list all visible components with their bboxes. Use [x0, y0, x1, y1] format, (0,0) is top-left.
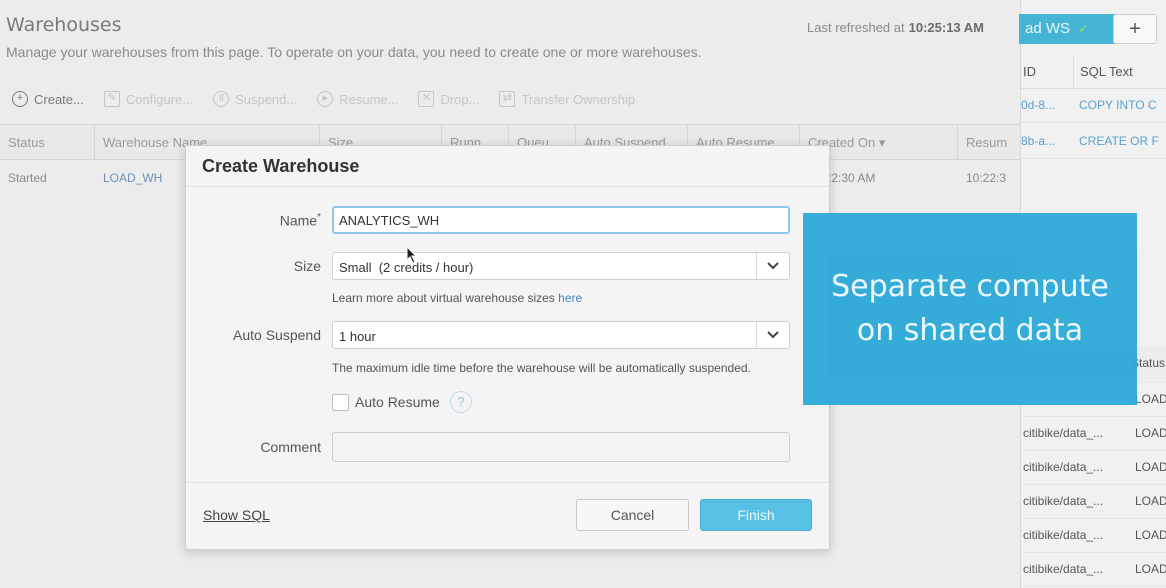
- result-row: citibike/data_... LOAD: [1021, 484, 1166, 519]
- check-icon: ✓: [1078, 21, 1089, 36]
- auto-resume-checkbox[interactable]: [332, 394, 349, 411]
- create-warehouse-dialog: Create Warehouse Name* ANALYTICS_WH Size…: [185, 145, 830, 550]
- row-resumed: 10:22:3: [966, 171, 1007, 185]
- finish-button[interactable]: Finish: [700, 499, 812, 531]
- query-sql[interactable]: CREATE OR F: [1073, 124, 1166, 158]
- create-button[interactable]: + Create...: [12, 88, 84, 110]
- result-row: citibike/data_... LOAD: [1021, 450, 1166, 485]
- auto-suspend-hint: The maximum idle time before the warehou…: [332, 361, 751, 375]
- drop-icon: ✕: [418, 91, 435, 107]
- query-id[interactable]: 8b-a...: [1021, 124, 1073, 158]
- dialog-title: Create Warehouse: [202, 156, 360, 176]
- mouse-cursor-icon: [406, 246, 418, 264]
- resume-button[interactable]: ▸ Resume...: [317, 88, 398, 110]
- cancel-button[interactable]: Cancel: [576, 499, 689, 531]
- query-row[interactable]: 8b-a... CREATE OR F: [1021, 124, 1166, 159]
- comment-label: Comment: [260, 439, 321, 455]
- query-row[interactable]: 0d-8... COPY INTO C: [1021, 88, 1166, 123]
- query-id[interactable]: 0d-8...: [1021, 88, 1073, 122]
- auto-suspend-label: Auto Suspend: [233, 327, 321, 343]
- auto-suspend-select[interactable]: 1 hour: [332, 321, 790, 349]
- last-refreshed: Last refreshed at 10:25:13 AM: [807, 20, 984, 35]
- page-subtitle: Manage your warehouses from this page. T…: [6, 44, 702, 60]
- comment-input[interactable]: [332, 432, 790, 462]
- size-label: Size: [293, 258, 321, 274]
- plus-circle-icon: +: [12, 91, 28, 107]
- help-icon[interactable]: ?: [450, 391, 472, 413]
- caption-line-1: Separate compute: [831, 269, 1109, 304]
- suspend-button[interactable]: ॥ Suspend...: [213, 88, 297, 110]
- query-history-header: ID SQL Text: [1021, 56, 1166, 89]
- toolbar: + Create... ✎ Configure... ॥ Suspend... ▸ Re…: [12, 88, 635, 110]
- size-select[interactable]: Small (2 credits / hour): [332, 252, 790, 280]
- result-row: citibike/data_... LOAD: [1021, 518, 1166, 553]
- size-hint: Learn more about virtual warehouse sizes…: [332, 291, 583, 305]
- play-icon: ▸: [317, 91, 334, 107]
- refreshed-label: Last refreshed at: [807, 20, 905, 35]
- show-sql-link[interactable]: Show SQL: [203, 507, 270, 523]
- result-row: citibike/data_... LOAD: [1021, 552, 1166, 587]
- chevron-down-icon[interactable]: [756, 322, 789, 348]
- refreshed-time: 10:25:13 AM: [908, 20, 984, 35]
- caption-line-2: on shared data: [856, 313, 1084, 348]
- divider: [186, 186, 829, 187]
- col-resumed[interactable]: Resum: [958, 125, 1020, 159]
- chevron-down-icon[interactable]: [756, 253, 789, 279]
- wrench-icon: ✎: [103, 91, 120, 107]
- auto-suspend-value: 1 hour: [339, 329, 376, 344]
- sizes-help-link[interactable]: here: [558, 291, 582, 305]
- configure-button[interactable]: ✎ Configure...: [103, 88, 193, 110]
- col-id[interactable]: ID: [1021, 56, 1073, 88]
- name-input[interactable]: ANALYTICS_WH: [332, 206, 790, 234]
- pause-icon: ॥: [213, 91, 230, 107]
- transfer-icon: ⇄: [499, 91, 516, 107]
- divider: [186, 482, 829, 483]
- query-sql[interactable]: COPY INTO C: [1073, 88, 1166, 122]
- result-row: citibike/data_... LOAD: [1021, 416, 1166, 451]
- col-status[interactable]: Status: [0, 125, 95, 159]
- drop-button[interactable]: ✕ Drop...: [418, 88, 479, 110]
- page-title: Warehouses: [6, 14, 122, 36]
- auto-resume-label: Auto Resume: [355, 394, 440, 410]
- add-worksheet-button[interactable]: +: [1113, 14, 1157, 44]
- row-status: Started: [8, 171, 47, 185]
- caption-text: Separate compute on shared data: [803, 265, 1137, 353]
- required-marker: *: [317, 212, 321, 223]
- transfer-ownership-button[interactable]: ⇄ Transfer Ownership: [499, 88, 635, 110]
- col-sql-text[interactable]: SQL Text: [1073, 56, 1166, 88]
- name-label: Name*: [279, 212, 321, 229]
- caption-overlay: Separate compute on shared data: [803, 213, 1137, 405]
